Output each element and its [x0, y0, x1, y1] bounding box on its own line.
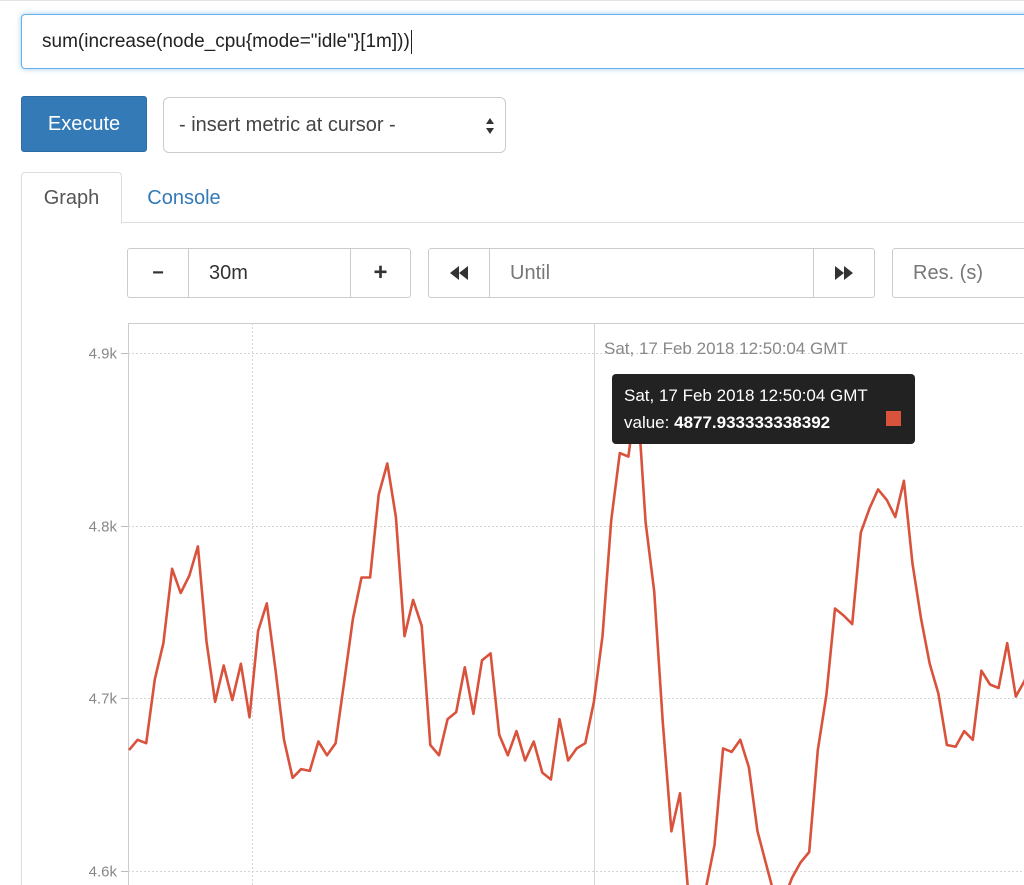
y-tick-label: 4.8k — [89, 519, 118, 536]
hover-time-label: Sat, 17 Feb 2018 12:50:04 GMT — [604, 339, 848, 358]
tooltip-value-line: value: 4877.933333338392 — [624, 409, 915, 436]
y-tick-label: 4.7k — [89, 691, 118, 708]
tooltip-time: Sat, 17 Feb 2018 12:50:04 GMT — [624, 386, 868, 405]
series-color-swatch — [886, 411, 901, 426]
y-tick-label: 4.6k — [89, 864, 118, 881]
series-line[interactable] — [128, 389, 1024, 885]
tooltip-value: 4877.933333338392 — [674, 413, 831, 432]
y-tick-label: 4.9k — [89, 346, 118, 363]
graph-tooltip: Sat, 17 Feb 2018 12:50:04 GMT value: 487… — [612, 374, 915, 444]
tooltip-value-prefix: value: — [624, 413, 670, 432]
